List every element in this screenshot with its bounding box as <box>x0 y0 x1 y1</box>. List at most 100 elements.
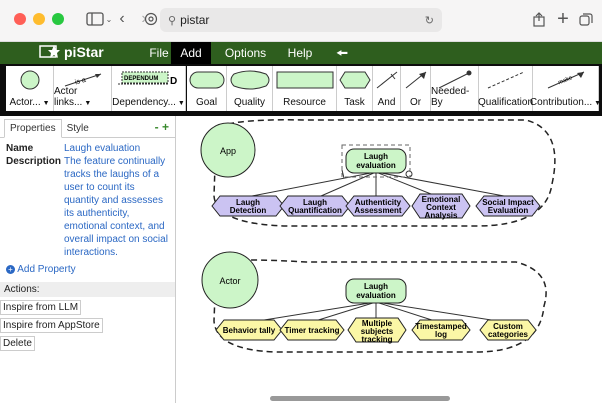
goal-label-line: evaluation <box>356 291 396 300</box>
tool-or[interactable]: Or <box>401 66 431 111</box>
url-text: pistar <box>180 13 210 27</box>
tool-goal[interactable]: Goal <box>187 66 227 111</box>
task-label-line: Assessment <box>354 206 401 215</box>
goal-label-line: Laugh <box>364 282 388 291</box>
task-multiple-subjects-tracking[interactable]: Multiple subjects tracking <box>347 317 407 344</box>
chevron-down-icon: ▼ <box>42 100 50 107</box>
browser-toolbar: ⌄ ‹ › ⚲ pistar ↻ + <box>0 0 602 42</box>
chevron-down-icon: ▼ <box>177 100 185 107</box>
task-behavior-tally[interactable]: Behavior tally <box>215 319 283 341</box>
tool-goal-label: Goal <box>195 97 218 108</box>
task-emotional-context-analysis[interactable]: Emotional Context Analysis <box>411 193 471 220</box>
tool-or-label: Or <box>409 97 422 108</box>
needed-by-link-icon <box>438 70 471 89</box>
diagram-canvas[interactable]: App Laugh evaluation Laugh Detection Lau… <box>176 116 602 403</box>
task-label-line: Behavior tally <box>223 326 276 335</box>
site-settings-icon[interactable] <box>140 8 162 30</box>
tool-needed-by[interactable]: Needed-By <box>431 66 479 111</box>
inspire-llm-button[interactable]: Inspire from LLM <box>0 300 82 315</box>
task-label-line: Evaluation <box>488 206 529 215</box>
task-label-line: categories <box>488 330 529 339</box>
quality-shape-icon <box>230 70 269 90</box>
task-authenticity-assessment[interactable]: Authenticity Assessment <box>345 195 411 217</box>
tool-task-label: Task <box>344 97 365 108</box>
contribution-icon-text: make <box>557 75 573 86</box>
task-timestamped-log[interactable]: Timestamped log <box>411 319 471 341</box>
menu-add[interactable]: Add <box>171 42 211 64</box>
tab-overview-icon[interactable] <box>578 8 594 30</box>
tool-task[interactable]: Task <box>337 66 373 111</box>
actor-app-circle[interactable]: App <box>200 122 256 178</box>
and-link-icon <box>376 71 397 89</box>
tool-quality-label: Quality <box>233 97 266 108</box>
or-marker-icon <box>405 170 413 178</box>
tool-contribution[interactable]: make Contribution... ▼ <box>530 66 602 111</box>
tool-dependency-label: Dependency... <box>112 97 176 108</box>
reload-icon[interactable]: ↻ <box>425 14 434 27</box>
new-tab-icon[interactable]: + <box>555 8 571 30</box>
app-logo: piStar <box>38 44 104 60</box>
inspire-appstore-button[interactable]: Inspire from AppStore <box>0 318 103 333</box>
dependency-icon-text: DEPENDUM <box>124 76 158 82</box>
actor-link-icon: is a <box>64 73 101 87</box>
tool-qualification-label: Qualification <box>477 97 534 108</box>
close-window-button[interactable] <box>14 13 26 25</box>
tool-actor-links-label: Actor links... <box>54 86 83 108</box>
tool-actor-label: Actor... <box>9 97 41 108</box>
task-custom-categories[interactable]: Custom categories <box>479 319 537 341</box>
actor-actor-circle[interactable]: Actor <box>201 251 259 309</box>
add-property-label: Add Property <box>17 264 76 275</box>
zoom-window-button[interactable] <box>52 13 64 25</box>
tab-properties[interactable]: Properties <box>4 119 62 138</box>
add-property-button[interactable]: + Add Property <box>0 263 175 276</box>
or-link-icon <box>405 71 426 89</box>
back-arrow-icon[interactable]: 🠘 <box>330 42 354 64</box>
actor-app-name: App <box>220 146 236 156</box>
resource-shape-icon <box>276 71 333 89</box>
property-key: Name <box>6 143 34 154</box>
pistar-logo-icon <box>39 45 60 58</box>
tool-actor[interactable]: Actor... ▼ <box>6 66 54 111</box>
horizontal-scrollbar[interactable] <box>270 396 450 401</box>
tool-quality[interactable]: Quality <box>227 66 273 111</box>
task-label-line: Timer tracking <box>285 326 340 335</box>
collapse-expand-controls[interactable]: - + <box>155 120 169 134</box>
goal-label-line: evaluation <box>356 161 396 170</box>
app-refinement-links <box>251 169 505 197</box>
menu-options[interactable]: Options <box>218 42 273 64</box>
diagram-svg[interactable]: App Laugh evaluation Laugh Detection Lau… <box>176 116 602 403</box>
task-laugh-quantification[interactable]: Laugh Quantification <box>279 195 351 217</box>
actor-actor-name: Actor <box>219 276 240 286</box>
address-bar[interactable]: ⚲ pistar ↻ <box>160 8 442 32</box>
task-label-line: log <box>435 330 447 339</box>
task-social-impact-evaluation[interactable]: Social Impact Evaluation <box>475 195 541 217</box>
dependency-icon: DEPENDUM D <box>117 71 177 87</box>
share-icon[interactable] <box>531 8 547 30</box>
goal-laugh-evaluation-actor[interactable]: Laugh evaluation <box>345 278 407 304</box>
panel-tabs: Properties Style <box>0 116 175 138</box>
property-description-value[interactable]: The feature continually tracks the laugh… <box>64 155 169 259</box>
menu-help[interactable]: Help <box>280 42 320 64</box>
tool-dependency[interactable]: DEPENDUM D Dependency... ▼ <box>112 66 186 111</box>
tool-and[interactable]: And <box>373 66 401 111</box>
chevron-down-icon: ▼ <box>594 100 602 107</box>
tool-qualification[interactable]: Qualification <box>477 66 534 111</box>
tool-and-label: And <box>377 97 396 108</box>
actions-header: Actions: <box>0 282 175 297</box>
sidebar-toggle-icon[interactable]: ⌄ <box>84 8 114 30</box>
tab-style[interactable]: Style <box>62 120 94 137</box>
dependency-icon-letter: D <box>170 76 177 87</box>
delete-button[interactable]: Delete <box>0 336 35 351</box>
back-icon[interactable]: ‹ <box>114 8 130 30</box>
task-shape-icon <box>338 71 371 89</box>
minimize-window-button[interactable] <box>33 13 45 25</box>
tool-actor-links[interactable]: is a Actor links... ▼ <box>54 66 112 111</box>
tool-resource[interactable]: Resource <box>273 66 337 111</box>
element-toolbar: Actor... ▼ is a Actor links... ▼ DEPENDUM D… <box>0 64 602 116</box>
task-label-line: Analysis <box>425 211 458 220</box>
task-laugh-detection[interactable]: Laugh Detection <box>211 195 285 217</box>
goal-laugh-evaluation-app[interactable]: Laugh evaluation <box>345 148 407 174</box>
property-key: Description <box>6 156 62 167</box>
property-name-value[interactable]: Laugh evaluation <box>64 142 140 155</box>
task-timer-tracking[interactable]: Timer tracking <box>279 319 345 341</box>
